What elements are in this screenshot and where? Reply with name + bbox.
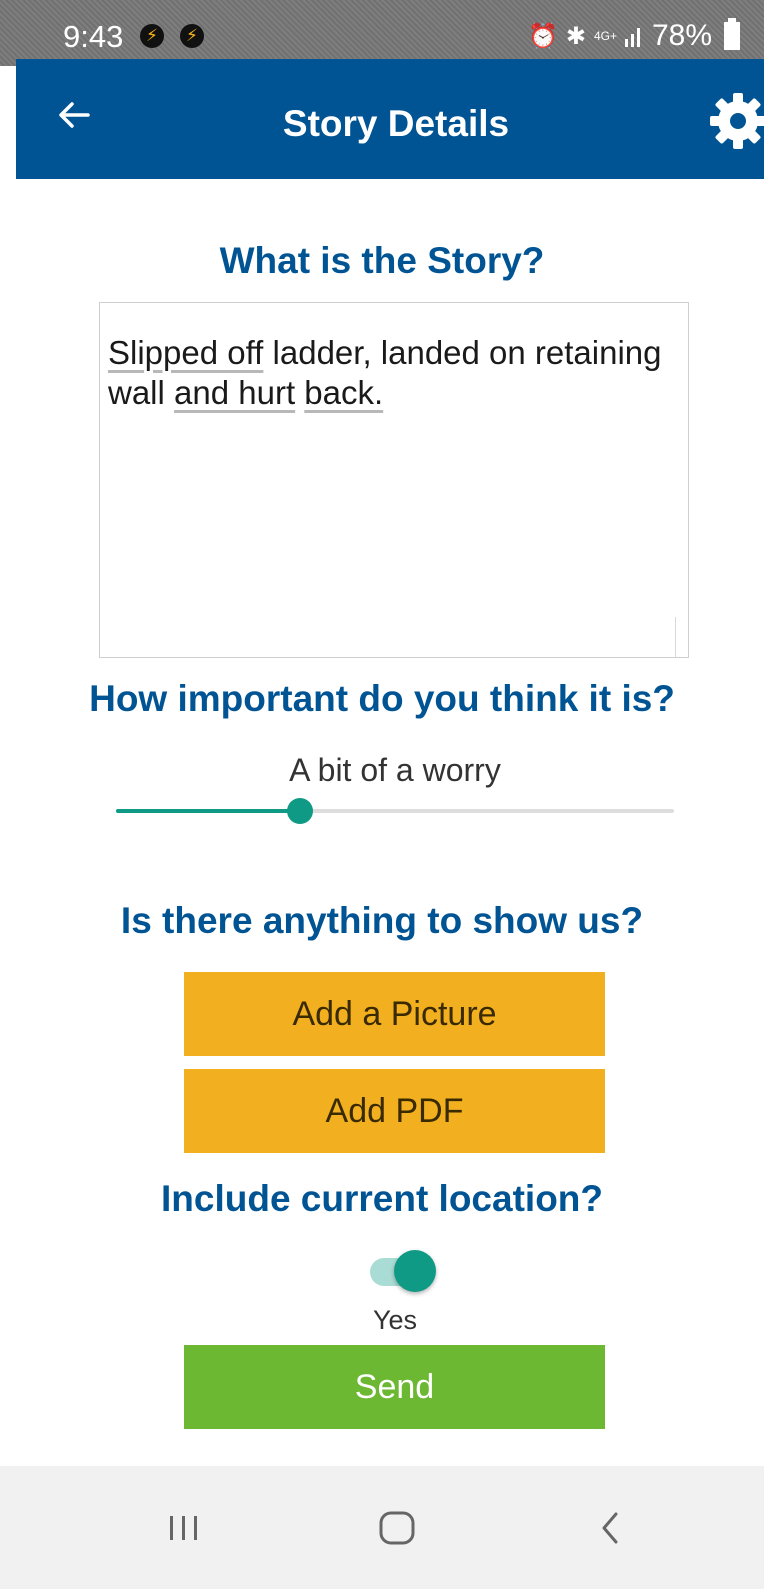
system-back-button[interactable] [580,1498,640,1558]
app-bar: Story Details [16,59,764,179]
importance-heading: How important do you think it is? [89,678,675,719]
importance-slider[interactable] [116,798,674,824]
bluetooth-icon: ✱ [565,22,586,50]
importance-value-label: A bit of a worry [289,752,501,788]
alarm-icon: ⏰ [527,22,558,50]
add-pdf-button[interactable]: Add PDF [184,1069,605,1153]
gear-icon [710,93,764,149]
notification-app-icon: ⚡ [140,24,164,48]
status-time: 9:43 [63,19,124,54]
story-text[interactable]: Slipped off ladder, landed on retaining … [108,333,668,413]
home-button[interactable] [368,1498,428,1558]
page-title: Story Details [282,103,510,144]
system-nav-bar [0,1466,764,1589]
location-toggle-label: Yes [372,1305,418,1335]
settings-button[interactable] [706,89,764,153]
story-text-segment [295,374,304,411]
slider-thumb[interactable] [287,798,314,824]
story-heading: What is the Story? [219,240,545,281]
send-button[interactable]: Send [184,1345,605,1429]
network-type-icon: 4G+ [593,29,617,43]
signal-icon [624,28,640,47]
slider-fill [116,809,301,813]
story-text-segment: back. [304,374,384,411]
add-picture-button[interactable]: Add a Picture [184,972,605,1056]
location-heading: Include current location? [161,1178,603,1219]
home-icon [379,1511,415,1545]
story-text-segment: and hurt [174,374,296,411]
attachments-heading: Is there anything to show us? [120,900,644,941]
story-textarea[interactable]: Slipped off ladder, landed on retaining … [99,302,689,658]
toggle-thumb [394,1250,436,1292]
battery-percent: 78% [651,19,712,52]
recent-apps-button[interactable] [154,1498,214,1558]
textarea-resize-handle[interactable] [675,617,688,657]
status-icons: ⏰ ✱ 4G+ 78% [527,18,740,53]
chevron-left-icon [602,1512,618,1544]
battery-icon [724,18,740,50]
story-text-segment: Slipped off [108,334,264,371]
status-bar: 9:43 ⚡ ⚡ ⏰ ✱ 4G+ 78% [0,0,764,66]
recent-apps-icon [170,1516,197,1540]
location-toggle[interactable] [370,1250,436,1294]
notification-app-icon: ⚡ [180,24,204,48]
